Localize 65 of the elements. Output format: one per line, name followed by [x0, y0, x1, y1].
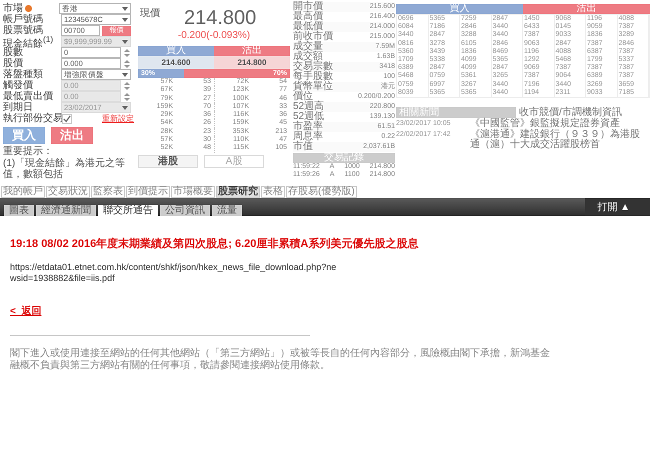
- field-label: 最低賣出價: [3, 91, 54, 102]
- info-icon[interactable]: [25, 5, 32, 12]
- main-tab[interactable]: 股票研究: [216, 186, 260, 198]
- back-link[interactable]: < 返回: [10, 304, 42, 318]
- notice-text: (1)「現金結餘」為港元之等值，數額包括: [3, 158, 126, 180]
- checkbox[interactable]: [62, 114, 72, 124]
- field-label: 到期日: [3, 102, 33, 113]
- main-tab[interactable]: 表格: [261, 186, 285, 198]
- sub-tab[interactable]: 公司資訊: [160, 205, 210, 216]
- news-link[interactable]: 《滬港通》建設銀行（９３９）為港股通（滬）十大成交活躍股榜首: [470, 130, 650, 150]
- stat-label: 最低價: [293, 22, 323, 32]
- field-label: 股票號碼: [3, 25, 44, 36]
- stat-label: 成交額: [293, 52, 323, 62]
- stat-label: 52週高: [293, 102, 324, 112]
- spinner-icon[interactable]: [123, 48, 131, 58]
- stat-label: 開市價: [293, 2, 323, 12]
- stat-label: 周息率: [293, 132, 323, 142]
- market-tab[interactable]: A股: [204, 154, 264, 168]
- main-tab[interactable]: 我的帳戶: [1, 186, 45, 198]
- stat-label: 每手股數: [293, 72, 333, 82]
- open-button[interactable]: 打開 ▲: [585, 198, 650, 216]
- main-tab[interactable]: 到價提示: [126, 186, 170, 198]
- field-label: 市場: [3, 3, 23, 14]
- sub-tab[interactable]: 流量: [212, 205, 242, 216]
- field-label: 觸發價: [3, 80, 34, 91]
- caret-icon: [122, 40, 128, 44]
- news-tab[interactable]: 收市競價/市調機制資訊: [516, 107, 625, 118]
- notice-title: 重要提示：: [3, 146, 54, 157]
- sub-tab[interactable]: 經濟通新聞: [36, 205, 96, 216]
- price-change: -0.200(-0.093%): [176, 30, 252, 43]
- ask-price: 214.800: [214, 56, 290, 69]
- stat-label: 前收市價: [293, 32, 333, 42]
- main-tab[interactable]: 存股易(優勢版): [286, 186, 357, 198]
- article-title: 19:18 08/02 2016年度末期業績及第四次股息; 6.20厘非累積A系列美元優先股之股息: [10, 236, 420, 251]
- field-label: 股價: [3, 58, 24, 69]
- main-tab[interactable]: 監察表: [91, 186, 125, 198]
- stat-label: 價位: [293, 92, 313, 102]
- sub-tab[interactable]: 聯交所通告: [98, 205, 158, 216]
- spinner-icon[interactable]: [123, 58, 131, 68]
- sub-tab[interactable]: 圖表: [4, 205, 34, 216]
- main-tab[interactable]: 交易狀況: [46, 186, 90, 198]
- document-link[interactable]: https://etdata01.etnet.com.hk/content/shkf/json/hkex_news_file_download.php?newsid=1938882&file=iis.pdf: [10, 262, 340, 284]
- stat-label: 貨幣單位: [293, 82, 333, 92]
- caret-icon: [122, 72, 128, 76]
- stat-label: 市值: [293, 142, 313, 152]
- field-label: 落盤種類: [3, 69, 44, 80]
- disclaimer-text: 閣下進入或使用連接至網站的任何其他網站（「第三方網站」）或被等長自的任何內容部分，風險概由閣下承擔，新鴻基金融概不負責與第三方網站有關的任何事項，敬請參閱連接網站使用條款。: [10, 348, 550, 372]
- stat-label: 成交量: [293, 42, 323, 52]
- sell-button[interactable]: 沽出: [51, 127, 93, 144]
- price-label: 現價: [140, 7, 160, 20]
- main-tab[interactable]: 市場概要: [171, 186, 215, 198]
- market-tab[interactable]: 港股: [138, 154, 198, 168]
- caret-icon: [122, 106, 128, 110]
- stat-label: 市盈率: [293, 122, 323, 132]
- field-label: 帳戶號碼: [3, 14, 44, 25]
- reset-link[interactable]: 重新設定: [102, 113, 134, 124]
- stat-label: 最高價: [293, 12, 323, 22]
- caret-icon: [122, 6, 128, 10]
- bid-price: 214.600: [138, 56, 214, 69]
- stat-label: 交易宗數: [293, 62, 333, 72]
- field-label: 股數: [3, 47, 23, 58]
- caret-icon: [122, 18, 128, 22]
- current-price: 214.800: [184, 6, 256, 30]
- news-link[interactable]: 《中國監管》銀監擬規定證券資產: [470, 119, 650, 130]
- stat-label: 52週低: [293, 112, 324, 122]
